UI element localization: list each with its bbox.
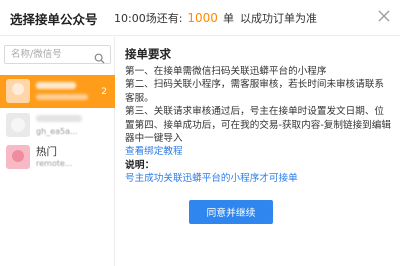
close-icon[interactable] bbox=[377, 8, 391, 22]
requirement-step-3: 第三、关联请求审核通过后，号主在接单时设置发文日期、位置第四、接单成功后，可在我… bbox=[125, 106, 391, 145]
dialog-header: 选择接单公众号 10:00场还有: 1000 单以成功订单为准 bbox=[0, 0, 400, 36]
account-search-input[interactable] bbox=[5, 46, 90, 63]
account-item-2[interactable]: gh_ea5a... bbox=[0, 109, 115, 142]
avatar bbox=[6, 79, 30, 103]
account-id: gh_ea5a... bbox=[36, 127, 78, 136]
blurred-account-name bbox=[36, 82, 76, 89]
requirement-step-2: 第二、扫码关联小程序，需客服审核，若长时间未审核请联系客服。 bbox=[125, 79, 385, 104]
account-item-1[interactable]: 2 bbox=[0, 75, 115, 108]
count-unit: 单 bbox=[222, 12, 234, 25]
blurred-account-id bbox=[36, 94, 88, 100]
note-link[interactable]: 号主成功关联迅蟒平台的小程序才可接单 bbox=[125, 172, 393, 185]
remaining-count: 1000 bbox=[187, 11, 218, 25]
account-item-3[interactable]: 热门 remote... bbox=[0, 141, 115, 174]
account-search-box bbox=[4, 45, 111, 64]
avatar bbox=[6, 145, 30, 169]
quota-note: 以成功订单为准 bbox=[239, 12, 317, 25]
note-heading: 说明： bbox=[125, 159, 155, 171]
time-prefix: 10:00场还有: bbox=[114, 12, 183, 25]
requirement-step-1: 第一、在接单需微信扫码关联迅蟒平台的小程序 bbox=[125, 66, 327, 77]
dialog-title: 选择接单公众号 bbox=[10, 12, 98, 27]
blurred-account-name bbox=[36, 115, 82, 122]
account-id: remote... bbox=[36, 159, 73, 168]
avatar bbox=[6, 113, 30, 137]
search-icon[interactable] bbox=[94, 49, 105, 64]
account-name: 热门 bbox=[36, 146, 57, 158]
requirements-panel: 接单要求 第一、在接单需微信扫码关联迅蟒平台的小程序 第二、扫码关联小程序，需客… bbox=[125, 46, 393, 186]
requirements-heading: 接单要求 bbox=[125, 47, 171, 61]
agree-continue-button[interactable]: 同意并继续 bbox=[189, 200, 273, 224]
unread-badge: 2 bbox=[101, 87, 107, 97]
tutorial-link[interactable]: 查看绑定教程 bbox=[125, 145, 393, 158]
select-account-dialog: 选择接单公众号 10:00场还有: 1000 单以成功订单为准 名称/微信号 2… bbox=[0, 0, 400, 266]
account-sidebar: 2 gh_ea5a... 热门 remote... bbox=[0, 37, 115, 266]
order-quota-info: 10:00场还有: 1000 单以成功订单为准 bbox=[114, 10, 317, 26]
